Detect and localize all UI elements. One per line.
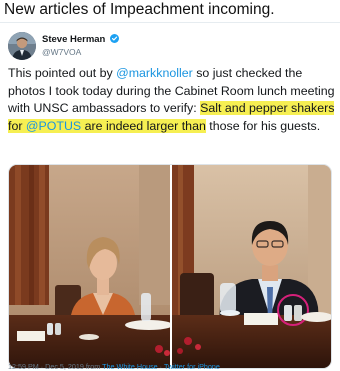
photo-left-image [9, 165, 170, 368]
tweet-card[interactable]: Steve Herman @W7VOA This pointed out by … [0, 22, 340, 371]
place-link[interactable]: The White House [102, 362, 158, 371]
source-link[interactable]: Twitter for iPhone [164, 362, 220, 371]
tweet-media[interactable] [8, 164, 332, 369]
tweet-timestamp[interactable]: 12:59 PM · Dec 5, 2019 from [8, 362, 102, 371]
author-handle[interactable]: @W7VOA [42, 47, 81, 57]
mention-link[interactable]: @markknoller [116, 66, 193, 80]
author-name-text[interactable]: Steve Herman [42, 34, 105, 45]
tweet-meta: 12:59 PM · Dec 5, 2019 from The White Ho… [8, 362, 220, 371]
verified-badge-icon [110, 34, 120, 43]
tweet-text: This pointed out by @markknoller so just… [8, 65, 336, 135]
photo-left[interactable] [9, 165, 170, 368]
photo-right[interactable] [172, 165, 331, 368]
post-caption: New articles of Impeachment incoming. [4, 1, 275, 18]
author-name[interactable]: Steve Herman [42, 34, 120, 45]
highlight-text-post: are indeed larger than [81, 118, 206, 133]
avatar[interactable] [8, 32, 36, 60]
photo-right-image [172, 165, 331, 368]
tweet-text-pre: This pointed out by [8, 66, 117, 80]
tweet-text-post: those for his guests. [205, 118, 321, 133]
avatar-image [8, 32, 36, 60]
mention-link[interactable]: @POTUS [26, 119, 81, 133]
